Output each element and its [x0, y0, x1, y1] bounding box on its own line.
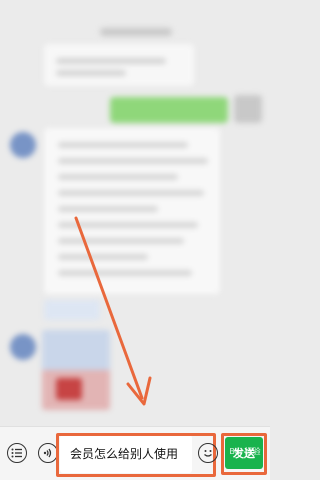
send-highlight-frame [221, 433, 267, 475]
emoji-icon[interactable] [198, 443, 218, 463]
voice-icon[interactable] [38, 443, 58, 463]
annotation-arrow [74, 216, 152, 406]
list-menu-icon[interactable] [7, 443, 27, 463]
input-toolbar: 会员怎么给别人使用 发送 Bai 经验 [0, 426, 270, 480]
input-highlight-frame [56, 433, 216, 477]
